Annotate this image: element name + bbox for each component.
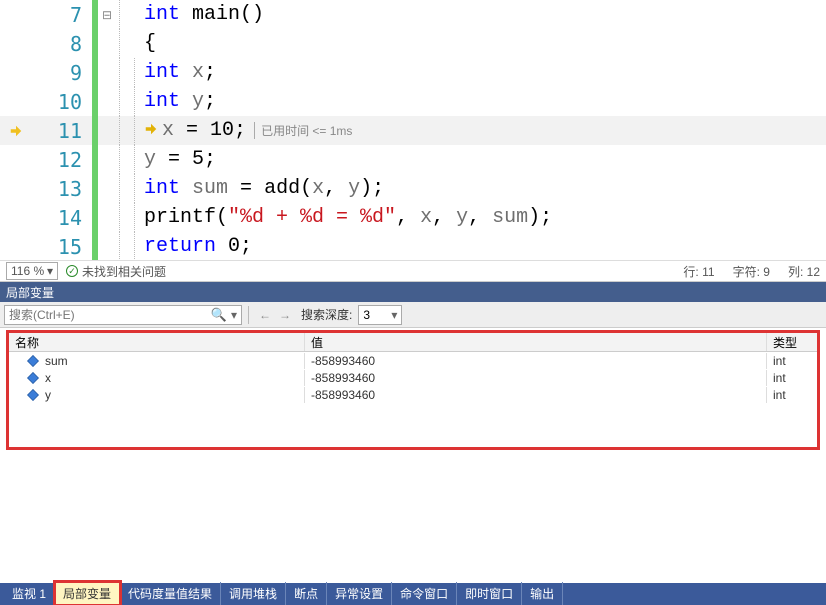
change-bar [92,232,98,260]
line-number: 11 [32,119,92,143]
code-text[interactable]: return 0; [144,235,252,258]
bottom-tab[interactable]: 局部变量 [55,582,120,605]
code-text[interactable]: int y; [144,90,216,113]
var-value[interactable]: -858993460 [305,370,767,386]
code-line[interactable]: 13 int sum = add(x, y); [0,174,826,203]
line-number: 13 [32,177,92,201]
chevron-down-icon: ▾ [47,264,53,278]
bottom-tab[interactable]: 断点 [286,582,327,605]
perf-tip: 已用时间 <= 1ms [254,122,352,139]
zoom-value: 116 % [11,264,44,278]
locals-table: 名称 值 类型 sum-858993460intx-858993460inty-… [6,330,820,450]
bottom-tab[interactable]: 命令窗口 [392,582,457,605]
var-name: y [45,388,51,402]
line-number: 15 [32,235,92,259]
change-bar [92,203,98,232]
var-type: int [767,353,817,369]
code-line[interactable]: 14 printf("%d + %d = %d", x, y, sum); [0,203,826,232]
var-type: int [767,387,817,403]
code-editor[interactable]: 7⊟int main()8{9int x;10int y;11x = 10;已用… [0,0,826,260]
line-number: 12 [32,148,92,172]
bottom-tab[interactable]: 调用堆栈 [221,582,286,605]
table-row[interactable]: y -858993460int [9,386,817,403]
var-name: x [45,371,51,385]
code-line[interactable]: 12 y = 5; [0,145,826,174]
line-number: 7 [32,3,92,27]
bottom-tab[interactable]: 代码度量值结果 [120,582,221,605]
variable-icon [27,355,39,367]
change-bar [92,0,98,29]
line-number: 14 [32,206,92,230]
variable-icon [27,389,39,401]
var-type: int [767,370,817,386]
zoom-selector[interactable]: 116 % ▾ [6,262,58,280]
prev-button[interactable]: ← [255,305,275,325]
var-value[interactable]: -858993460 [305,353,767,369]
change-bar [92,145,98,174]
table-row[interactable]: sum -858993460int [9,352,817,369]
code-line[interactable]: 9 int x; [0,58,826,87]
search-input[interactable] [9,308,207,322]
locals-toolbar: 🔍 ▾ ← → 搜索深度: 3 ▾ [0,302,826,328]
code-text[interactable]: int x; [144,61,216,84]
code-line[interactable]: 8{ [0,29,826,58]
code-text[interactable]: int main() [144,3,264,26]
col-indicator: 列: 12 [788,263,820,280]
chevron-down-icon: ▾ [391,308,397,322]
col-value-header[interactable]: 值 [305,333,767,351]
fold-toggle-icon[interactable]: ⊟ [100,8,114,22]
depth-value: 3 [363,308,370,322]
bottom-tab-bar: 监视 1局部变量代码度量值结果调用堆栈断点异常设置命令窗口即时窗口输出 [0,583,826,605]
bottom-tab[interactable]: 即时窗口 [457,582,522,605]
execution-pointer-icon [144,122,158,136]
code-line[interactable]: 11 x = 10; 已用时间 <= 1ms [0,116,826,145]
code-line[interactable]: 15 return 0; [0,232,826,260]
change-bar [92,58,98,87]
line-number: 8 [32,32,92,56]
current-line-arrow-icon [9,124,23,138]
char-indicator: 字符: 9 [733,263,770,280]
code-text[interactable]: int sum = add(x, y); [144,177,384,200]
variable-icon [27,372,39,384]
line-indicator: 行: 11 [683,263,714,280]
depth-selector[interactable]: 3 ▾ [358,305,402,325]
status-bar: 116 % ▾ ✓ 未找到相关问题 行: 11 字符: 9 列: 12 [0,260,826,282]
var-name: sum [45,354,68,368]
col-name-header[interactable]: 名称 [9,333,305,351]
check-icon: ✓ [66,265,78,277]
bottom-tab[interactable]: 监视 1 [4,582,55,605]
locals-panel-title: 局部变量 [0,282,826,302]
change-bar [92,174,98,203]
table-row[interactable]: x -858993460int [9,369,817,386]
change-bar [92,29,98,58]
code-text[interactable]: y = 5; [144,148,216,171]
col-type-header[interactable]: 类型 [767,333,817,351]
depth-label: 搜索深度: [301,306,352,323]
var-value[interactable]: -858993460 [305,387,767,403]
chevron-down-icon[interactable]: ▾ [231,308,237,322]
bottom-tab[interactable]: 异常设置 [327,582,392,605]
code-text[interactable]: x = 10; [162,119,246,142]
table-header: 名称 值 类型 [9,333,817,352]
bottom-tab[interactable]: 输出 [522,582,563,605]
code-text[interactable]: { [144,32,156,55]
issues-text: 未找到相关问题 [82,263,166,280]
line-number: 9 [32,61,92,85]
next-button[interactable]: → [275,305,295,325]
line-number: 10 [32,90,92,114]
code-line[interactable]: 7 ⊟ int main() [0,0,826,29]
code-line[interactable]: 10 int y; [0,87,826,116]
code-text[interactable]: printf("%d + %d = %d", x, y, sum); [144,206,552,229]
search-input-wrap[interactable]: 🔍 ▾ [4,305,242,325]
change-bar [92,116,98,145]
change-bar [92,87,98,116]
separator [248,306,249,324]
search-icon[interactable]: 🔍 [211,307,227,323]
